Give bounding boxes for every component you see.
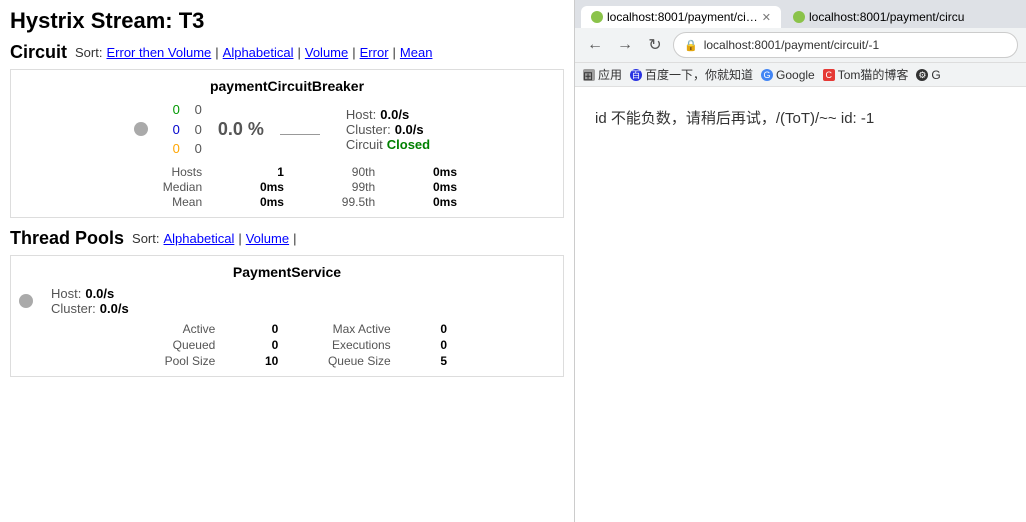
- circuit-status-label: Circuit: [346, 137, 383, 152]
- tp-executions-lbl: Executions: [332, 338, 391, 352]
- num-gray-1: 0: [188, 100, 202, 120]
- tp-sort-link-alpha[interactable]: Alphabetical: [164, 231, 235, 246]
- circuit-card-title: paymentCircuitBreaker: [19, 78, 555, 94]
- circuit-status-value: Closed: [387, 137, 430, 152]
- browser-tab-2[interactable]: localhost:8001/payment/circu: [783, 6, 974, 28]
- num-gray-3: 0: [188, 139, 202, 159]
- sort-link-error[interactable]: Error: [360, 45, 389, 60]
- bookmark-github-label: G: [931, 68, 940, 82]
- bookmarks-bar: ⊞ 应用 百 百度一下，你就知道 G Google C Tom猫的博客 ⚙ G: [575, 63, 1026, 87]
- detail-90th-val: 0ms: [433, 165, 457, 179]
- tp-host-label: Host:: [51, 286, 81, 301]
- bookmark-apps-label: 应用: [598, 66, 622, 83]
- bookmark-baidu[interactable]: 百 百度一下，你就知道: [630, 66, 753, 83]
- bookmark-google[interactable]: G Google: [761, 68, 815, 82]
- thread-pools-title: Thread Pools: [10, 228, 124, 249]
- sort-link-alpha[interactable]: Alphabetical: [223, 45, 294, 60]
- tp-maxactive-val: 0: [440, 322, 447, 336]
- sort-link-error-volume[interactable]: Error then Volume: [106, 45, 211, 60]
- tp-cluster-label: Cluster:: [51, 301, 96, 316]
- back-button[interactable]: ←: [583, 33, 607, 57]
- bookmark-github[interactable]: ⚙ G: [916, 68, 940, 82]
- tp-sort-label: Sort:: [132, 231, 159, 246]
- address-text: localhost:8001/payment/circuit/-1: [704, 38, 1007, 52]
- sort-link-volume[interactable]: Volume: [305, 45, 348, 60]
- bookmark-google-label: Google: [776, 68, 815, 82]
- tab-favicon-2: [793, 11, 805, 23]
- tp-indicator: [19, 294, 33, 308]
- detail-99th-lbl: 99th: [352, 180, 375, 194]
- tp-host-value: 0.0/s: [85, 286, 114, 301]
- circuit-section-header: Circuit Sort: Error then Volume | Alphab…: [10, 42, 564, 63]
- tp-executions-val: 0: [440, 338, 447, 352]
- browser-toolbar: ← → ↻ 🔒 localhost:8001/payment/circuit/-…: [575, 28, 1026, 63]
- thread-pool-card-title: PaymentService: [19, 264, 555, 280]
- forward-button[interactable]: →: [613, 33, 637, 57]
- tp-cluster-value: 0.0/s: [100, 301, 129, 316]
- thread-pools-section-header: Thread Pools Sort: Alphabetical | Volume…: [10, 228, 564, 249]
- sort-link-mean[interactable]: Mean: [400, 45, 433, 60]
- refresh-button[interactable]: ↻: [643, 33, 667, 57]
- detail-mean-val: 0ms: [260, 195, 284, 209]
- cluster-value: 0.0/s: [395, 122, 424, 137]
- detail-995th-lbl: 99.5th: [342, 195, 375, 209]
- tom-favicon: C: [823, 69, 835, 81]
- circuit-card: paymentCircuitBreaker 0 0 0 0 0 0 0.0 %: [10, 69, 564, 218]
- thread-pool-card: PaymentService Host: 0.0/s Cluster: 0.0/…: [10, 255, 564, 377]
- detail-hosts-val: 1: [277, 165, 284, 179]
- google-favicon: G: [761, 69, 773, 81]
- page-content: id 不能负数，请稍后再试，/(ToT)/~~ id: -1: [575, 87, 1026, 522]
- host-label: Host:: [346, 107, 376, 122]
- tab-close-1[interactable]: ✕: [762, 11, 771, 24]
- tp-active-lbl: Active: [183, 322, 216, 336]
- detail-99th-val: 0ms: [433, 180, 457, 194]
- github-favicon: ⚙: [916, 69, 928, 81]
- browser-tab-1[interactable]: localhost:8001/payment/circu ✕: [581, 6, 781, 28]
- tp-active-val: 0: [272, 322, 279, 336]
- tp-sort-link-volume[interactable]: Volume: [246, 231, 289, 246]
- detail-hosts-lbl: Hosts: [171, 165, 202, 179]
- bookmark-tom-label: Tom猫的博客: [838, 66, 909, 83]
- tab-favicon-1: [591, 11, 603, 23]
- num-green-1: 0: [166, 100, 180, 120]
- detail-90th-lbl: 90th: [352, 165, 375, 179]
- num-blue-1: 0: [166, 120, 180, 140]
- browser-tabs: localhost:8001/payment/circu ✕ localhost…: [575, 0, 1026, 28]
- bookmark-tom[interactable]: C Tom猫的博客: [823, 66, 909, 83]
- detail-mean-lbl: Mean: [172, 195, 202, 209]
- detail-median-lbl: Median: [163, 180, 202, 194]
- circuit-title: Circuit: [10, 42, 67, 63]
- bookmark-apps[interactable]: ⊞ 应用: [583, 66, 622, 83]
- app-title: Hystrix Stream: T3: [10, 8, 564, 34]
- baidu-favicon: 百: [630, 69, 642, 81]
- tp-poolsize-lbl: Pool Size: [165, 354, 216, 368]
- apps-favicon: ⊞: [583, 69, 595, 81]
- detail-995th-val: 0ms: [433, 195, 457, 209]
- address-bar[interactable]: 🔒 localhost:8001/payment/circuit/-1: [673, 32, 1018, 58]
- host-value: 0.0/s: [380, 107, 409, 122]
- tab-title-1: localhost:8001/payment/circu: [607, 10, 758, 24]
- tp-queuesize-lbl: Queue Size: [328, 354, 391, 368]
- num-gray-2: 0: [188, 120, 202, 140]
- tp-queued-val: 0: [272, 338, 279, 352]
- detail-median-val: 0ms: [260, 180, 284, 194]
- tp-queued-lbl: Queued: [173, 338, 216, 352]
- tp-poolsize-val: 10: [265, 354, 278, 368]
- cluster-label: Cluster:: [346, 122, 391, 137]
- tp-maxactive-lbl: Max Active: [333, 322, 391, 336]
- num-orange-1: 0: [166, 139, 180, 159]
- circuit-indicator: [134, 122, 148, 136]
- tab-title-2: localhost:8001/payment/circu: [809, 10, 964, 24]
- bookmark-baidu-label: 百度一下，你就知道: [645, 66, 753, 83]
- lock-icon: 🔒: [684, 39, 698, 52]
- error-message: id 不能负数，请稍后再试，/(ToT)/~~ id: -1: [595, 107, 1006, 128]
- circuit-percent: 0.0 %: [218, 119, 264, 140]
- right-panel: localhost:8001/payment/circu ✕ localhost…: [575, 0, 1026, 522]
- tp-queuesize-val: 5: [440, 354, 447, 368]
- left-panel: Hystrix Stream: T3 Circuit Sort: Error t…: [0, 0, 575, 522]
- circuit-sort-label: Sort:: [75, 45, 102, 60]
